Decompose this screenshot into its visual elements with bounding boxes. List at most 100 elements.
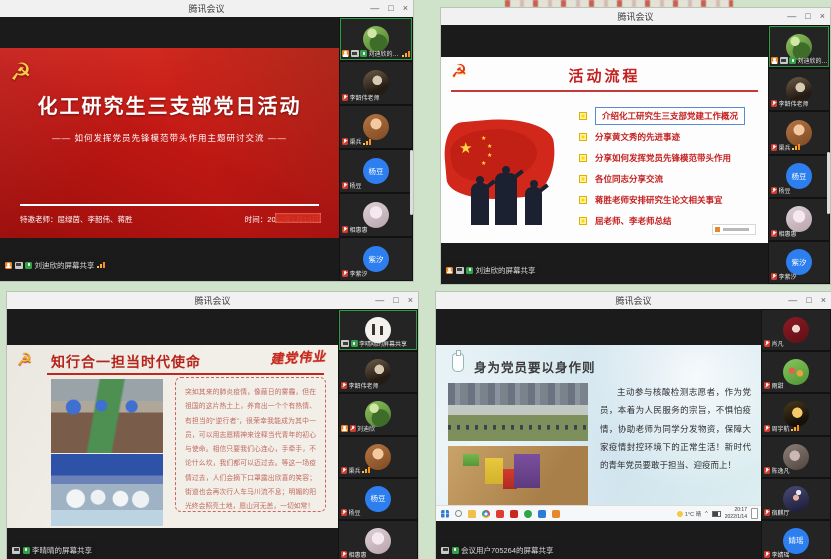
star-icon: ★ <box>459 139 472 157</box>
participant-tile[interactable]: 杨豆 杨豆 <box>769 156 829 197</box>
screen-share-icon <box>441 547 449 554</box>
app-icon[interactable] <box>524 510 532 518</box>
file-explorer-icon[interactable] <box>468 510 476 518</box>
chrome-icon[interactable] <box>482 510 490 518</box>
close-button[interactable]: × <box>408 296 413 305</box>
muted-mic-icon <box>764 551 770 558</box>
participant-tile[interactable]: 紫汐 李紫汐 <box>340 238 412 280</box>
participant-name: 李紫汐 <box>779 272 797 281</box>
titlebar[interactable]: 腾讯会议 — □ × <box>436 292 831 309</box>
app-icon[interactable] <box>552 510 560 518</box>
participant-tile[interactable]: 肖凡 <box>762 310 830 350</box>
participant-name: 杨豆 <box>349 508 361 517</box>
agenda-item: 蒋胜老师安排研究生论文相关事宜 <box>579 189 760 210</box>
avatar <box>783 359 809 385</box>
signal-icon <box>791 425 800 431</box>
avatar <box>365 528 391 554</box>
muted-mic-icon <box>350 425 356 432</box>
participant-tile[interactable]: 刘迪欣 <box>339 394 417 434</box>
saluting-silhouette <box>471 183 489 225</box>
slide-title: 化工研究生三支部党日活动 <box>0 90 339 119</box>
participant-tile[interactable]: 李韶伟老师 <box>340 62 412 104</box>
mic-on-icon <box>23 547 30 554</box>
participant-tile[interactable]: 李晴晴的屏幕共享 <box>339 310 417 350</box>
share-banner: 刘迪欣的屏幕共享 <box>443 262 541 278</box>
slide-title-page: ☭ 化工研究生三支部党日活动 —— 如何发挥党员先锋模范带头作用主题研讨交流 —… <box>0 48 339 238</box>
window-title: 腾讯会议 <box>615 294 651 307</box>
muted-mic-icon <box>771 144 777 151</box>
star-icon: ★ <box>487 143 492 150</box>
taskbar-clock[interactable]: 20:17 2022/1/14 <box>725 507 747 520</box>
start-button-icon[interactable] <box>441 510 449 518</box>
divider <box>20 204 319 206</box>
sidebar-scrollbar[interactable] <box>410 150 413 215</box>
minimize-button[interactable]: — <box>787 12 796 21</box>
titlebar[interactable]: 腾讯会议 — □ × <box>0 0 413 17</box>
agenda-item: 分享黄文秀的先进事迹 <box>579 126 760 147</box>
close-button[interactable]: × <box>403 4 408 13</box>
search-icon[interactable] <box>455 510 462 517</box>
participant-tile[interactable]: 婧瑶 李婧瑶 <box>762 521 830 559</box>
muted-mic-icon <box>341 467 347 474</box>
host-badge-icon <box>771 57 778 64</box>
participant-tile[interactable]: 杨豆 杨豆 <box>340 150 412 192</box>
agenda-text: 分享黄文秀的先进事迹 <box>595 131 680 143</box>
participant-tile[interactable]: 渠兵 <box>339 437 417 477</box>
participant-tile[interactable]: 李韶伟老师 <box>769 69 829 110</box>
participant-name: 陈逸凡 <box>772 466 790 475</box>
window-title: 腾讯会议 <box>188 2 224 15</box>
close-button[interactable]: × <box>821 296 826 305</box>
app-icon[interactable] <box>538 510 546 518</box>
participant-tile[interactable]: 相惠惠 <box>769 199 829 240</box>
participant-name: 杨豆 <box>779 186 791 195</box>
close-button[interactable]: × <box>820 12 825 21</box>
avatar-initials: 紫汐 <box>369 254 384 265</box>
participant-tile[interactable]: 周宇航 <box>762 394 830 434</box>
app-icon[interactable] <box>496 510 504 518</box>
slide-watermark <box>712 224 756 235</box>
avatar: 杨豆 <box>365 486 391 512</box>
minimize-button[interactable]: — <box>375 296 384 305</box>
shared-screen-stage: ☭ 活动流程 ★ ★ ★ ★ ★ 介绍化工研 <box>441 25 768 284</box>
mic-on-icon <box>789 57 796 64</box>
participant-tile[interactable]: 杨豆 杨豆 <box>339 479 417 519</box>
participants-sidebar: 肖凡 雨甜 周宇航 <box>761 309 831 559</box>
tray-expand-icon[interactable]: ^ <box>705 511 708 517</box>
titlebar[interactable]: 腾讯会议 — □ × <box>441 8 830 25</box>
window-controls: — □ × <box>375 292 413 309</box>
avatar <box>783 317 809 343</box>
participant-tile[interactable]: 刘迪欣的屏幕共享 <box>769 26 829 67</box>
muted-mic-icon <box>771 273 777 280</box>
signal-icon <box>362 467 371 473</box>
weather-widget[interactable]: 1°C 晴 <box>677 510 701 518</box>
maximize-button[interactable]: □ <box>393 296 398 305</box>
minimize-button[interactable]: — <box>370 4 379 13</box>
titlebar[interactable]: 腾讯会议 — □ × <box>7 292 418 309</box>
party-emblem-icon: ☭ <box>10 58 32 87</box>
participant-tile[interactable]: 渠兵 <box>769 112 829 153</box>
maximize-button[interactable]: □ <box>805 12 810 21</box>
minimize-button[interactable]: — <box>788 296 797 305</box>
participant-tile[interactable]: 刘迪欣的屏… <box>340 18 412 60</box>
screen-share-icon <box>341 340 349 347</box>
sidebar-scrollbar[interactable] <box>827 152 830 214</box>
photo-outdoor-testing <box>51 379 163 453</box>
participant-tile[interactable]: 相惠惠 <box>339 521 417 559</box>
maximize-button[interactable]: □ <box>806 296 811 305</box>
app-icon[interactable] <box>510 510 518 518</box>
meeting-window-bottom-left: 腾讯会议 — □ × ☭ 知行合一担当时代使命 建党伟业 突如其来的肺炎疫情，像… <box>7 292 418 559</box>
participant-tile[interactable]: 李韶伟老师 <box>339 352 417 392</box>
notification-center-icon[interactable] <box>751 508 758 519</box>
participant-tile[interactable]: 渠兵 <box>340 106 412 148</box>
participant-tile[interactable]: 相惠惠 <box>340 194 412 236</box>
agenda-text: 介绍化工研究生三支部党建工作概况 <box>595 107 745 125</box>
agenda-text: 蒋胜老师安排研究生论文相关事宜 <box>595 194 723 206</box>
participant-tile[interactable]: 雨甜 <box>762 352 830 392</box>
participant-tile[interactable]: 紫汐 李紫汐 <box>769 242 829 283</box>
participant-tile[interactable]: 宿麒厅 <box>762 479 830 519</box>
maximize-button[interactable]: □ <box>388 4 393 13</box>
bullet-icon <box>579 196 587 204</box>
avatar: 杨豆 <box>363 158 389 184</box>
slide-title: 知行合一担当时代使命 <box>51 352 201 372</box>
participant-tile[interactable]: 陈逸凡 <box>762 437 830 477</box>
